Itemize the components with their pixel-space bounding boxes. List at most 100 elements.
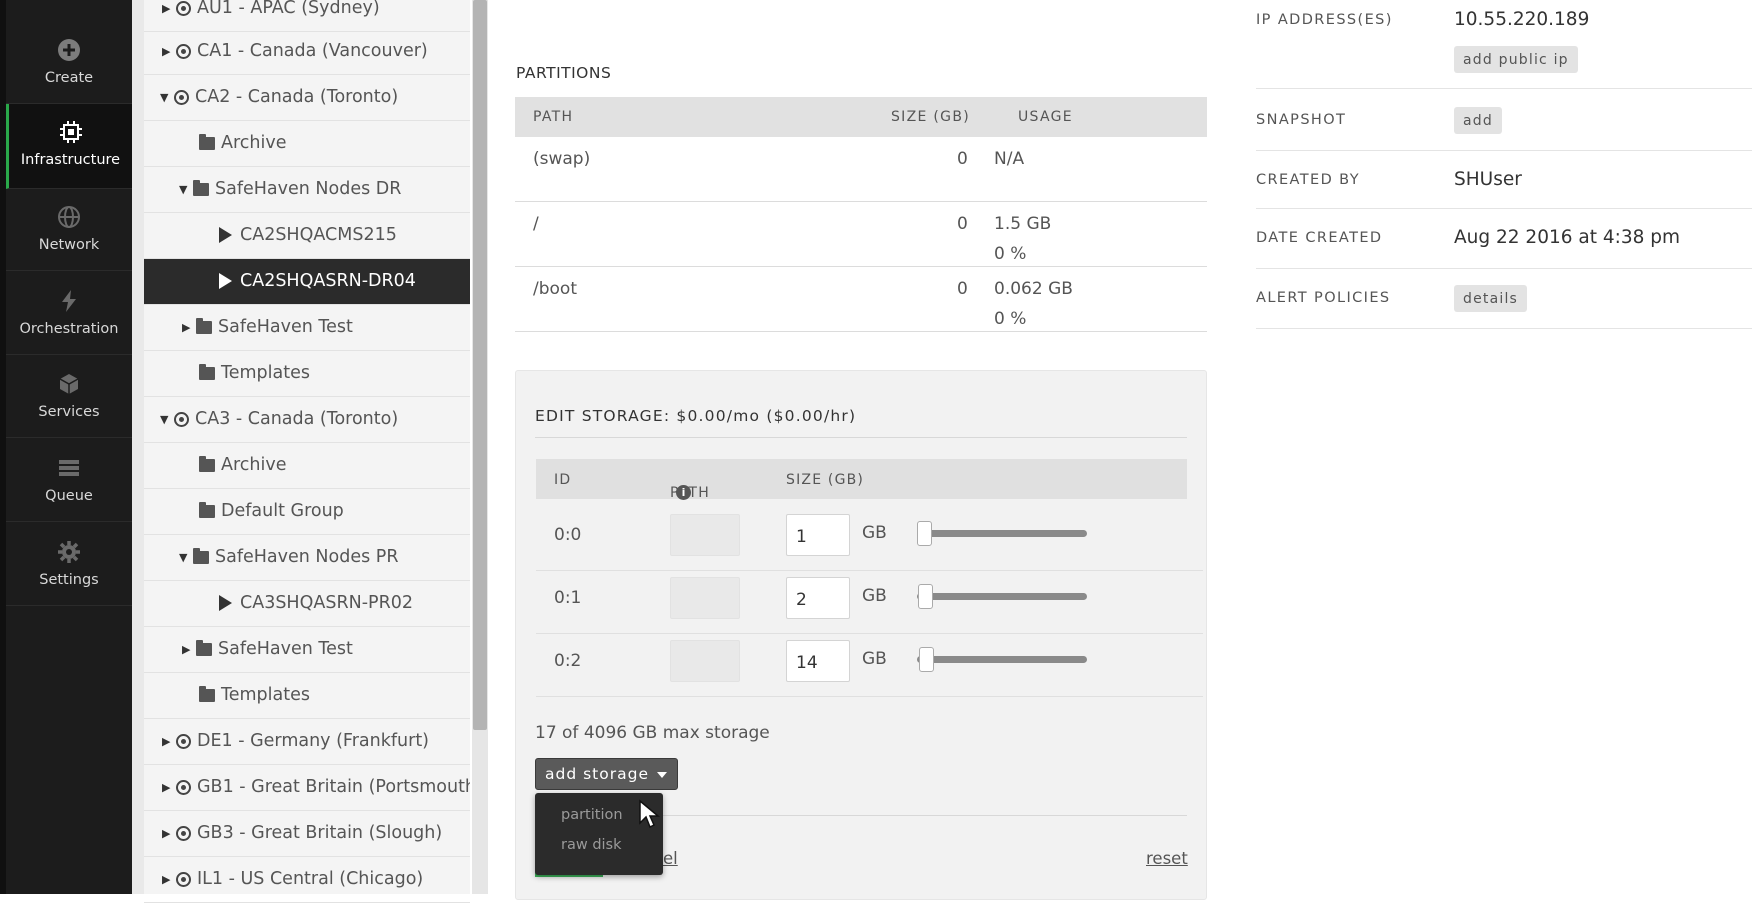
tree-item-datacenter[interactable]: ▶ IL1 - US Central (Chicago) [144,857,470,903]
menu-item-partition[interactable]: partition [561,807,623,823]
cancel-link[interactable]: el [663,849,678,868]
bolt-icon [57,289,81,313]
disk-size-slider-handle[interactable] [918,584,933,609]
partition-size: 0 [957,279,968,299]
tree-item-folder[interactable]: Default Group [144,489,470,535]
disk-size-input[interactable]: 14 [786,640,850,682]
disk-size-slider-handle[interactable] [919,647,934,672]
folder-icon [199,363,215,380]
disk-size-input[interactable]: 1 [786,514,850,556]
tree-item-label: SafeHaven Nodes DR [215,179,402,199]
col-id: ID [554,472,572,488]
divider [1256,268,1752,269]
nav-queue[interactable]: Queue [6,440,132,522]
storage-row: 0:0 1 GB [536,501,1203,571]
tree-item-folder[interactable]: Templates [144,673,470,719]
caret-right-icon[interactable]: ▶ [182,643,196,656]
tree-item-datacenter[interactable]: ▶ DE1 - Germany (Frankfurt) [144,719,470,765]
tree-scrollbar-thumb[interactable] [473,0,487,730]
caret-right-icon[interactable]: ▶ [162,735,176,748]
nav-create-label: Create [44,70,94,86]
datacenter-icon [174,89,189,105]
nav-infrastructure[interactable]: Infrastructure [6,104,132,189]
tree-item-folder[interactable]: ▼ SafeHaven Nodes DR [144,167,470,213]
storage-row: 0:1 2 GB [536,564,1203,634]
info-icon[interactable]: i [676,485,691,500]
queue-icon [57,456,81,480]
edit-storage-panel: EDIT STORAGE: $0.00/mo ($0.00/hr) ID PAT… [515,370,1207,900]
tree-item-datacenter[interactable]: ▶ CA1 - Canada (Vancouver) [144,29,470,75]
tree-item-datacenter[interactable]: ▶ GB1 - Great Britain (Portsmouth) [144,765,470,811]
tree-item-datacenter[interactable]: ▼ CA3 - Canada (Toronto) [144,397,470,443]
tree-item-label: CA3 - Canada (Toronto) [195,409,399,429]
add-storage-button[interactable]: add storage [535,758,678,790]
tree-item-datacenter[interactable]: ▶ AU1 - APAC (Sydney) [144,0,470,32]
partition-path: /boot [533,279,577,299]
caret-down-icon[interactable]: ▼ [179,183,193,196]
nav-orchestration[interactable]: Orchestration [6,273,132,355]
tree-item-label: GB3 - Great Britain (Slough) [197,823,443,843]
disk-size-input[interactable]: 2 [786,577,850,619]
tree-item-folder[interactable]: ▶ SafeHaven Test [144,627,470,673]
disk-path-input[interactable] [670,640,740,682]
caret-right-icon[interactable]: ▶ [162,781,176,794]
reset-link[interactable]: reset [1146,849,1188,868]
created-by-label: CREATED BY [1256,172,1360,188]
nav-settings-label: Settings [39,572,99,588]
nav-services[interactable]: Services [6,356,132,438]
datacenter-icon [176,825,191,841]
tree-item-label: IL1 - US Central (Chicago) [197,869,424,889]
mouse-cursor-icon [639,799,660,829]
alert-policies-details-button[interactable]: details [1454,285,1528,312]
caret-right-icon[interactable]: ▶ [162,45,176,58]
disk-size-slider-track[interactable] [917,530,1087,537]
tree-item-label: SafeHaven Test [218,639,353,659]
storage-table-header: ID PATHi SIZE (GB) [536,459,1187,501]
partitions-title: PARTITIONS [516,64,612,82]
col-size: SIZE (GB) [786,472,865,488]
caret-right-icon[interactable]: ▶ [182,321,196,334]
nav-settings[interactable]: Settings [6,524,132,606]
tree-item-server[interactable]: CA3SHQASRN-PR02 [144,581,470,627]
tree-item-folder[interactable]: ▼ SafeHaven Nodes PR [144,535,470,581]
add-snapshot-button[interactable]: add [1454,107,1502,134]
tree-item-datacenter[interactable]: ▼ CA2 - Canada (Toronto) [144,75,470,121]
folder-icon [193,179,209,196]
tree-item-label: CA2 - Canada (Toronto) [195,87,399,107]
caret-right-icon[interactable]: ▶ [162,873,176,886]
folder-icon [199,455,215,472]
caret-right-icon[interactable]: ▶ [162,2,176,15]
tree-item-folder[interactable]: Archive [144,443,470,489]
tree-item-server[interactable]: CA2SHQACMS215 [144,213,470,259]
disk-path-input[interactable] [670,577,740,619]
table-row: /boot 0 0.062 GB 0 % [515,267,1207,332]
disk-size-slider-track[interactable] [917,593,1087,600]
caret-down-icon [657,771,667,778]
tree-item-folder[interactable]: Archive [144,121,470,167]
partition-usage-pct: 0 % [994,309,1027,329]
caret-down-icon[interactable]: ▼ [160,91,174,104]
max-storage-text: 17 of 4096 GB max storage [535,723,770,743]
caret-right-icon[interactable]: ▶ [162,827,176,840]
tree-item-datacenter[interactable]: ▶ GB3 - Great Britain (Slough) [144,811,470,857]
server-detail-main: PARTITIONS PATH SIZE (GB) USAGE (swap) 0… [488,0,1752,900]
cube-icon [57,372,81,396]
partitions-table: PATH SIZE (GB) USAGE (swap) 0 N/A / 0 1.… [515,97,1207,332]
tree-item-folder[interactable]: Templates [144,351,470,397]
partition-size: 0 [957,214,968,234]
storage-row: 0:2 14 GB [536,627,1203,697]
disk-size-slider-track[interactable] [917,656,1087,663]
menu-item-raw-disk[interactable]: raw disk [561,837,622,853]
disk-size-slider-handle[interactable] [917,521,932,546]
add-public-ip-button[interactable]: add public ip [1454,46,1578,73]
tree-item-server-selected[interactable]: CA2SHQASRN-DR04 [144,259,470,305]
disk-size-unit: GB [862,649,887,669]
partition-usage: 0.062 GB [994,279,1073,299]
nav-network[interactable]: Network [6,189,132,271]
main-nav-rail: Create Infrastructure Network Orchestrat… [0,0,132,894]
nav-create[interactable]: Create [6,22,132,104]
caret-down-icon[interactable]: ▼ [160,413,174,426]
caret-down-icon[interactable]: ▼ [179,551,193,564]
disk-path-input[interactable] [670,514,740,556]
tree-item-folder[interactable]: ▶ SafeHaven Test [144,305,470,351]
